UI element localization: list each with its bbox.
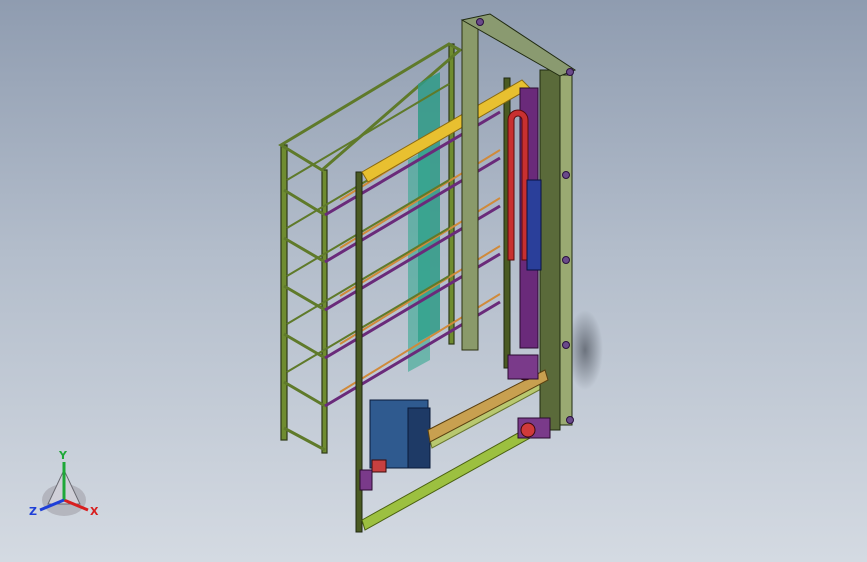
lower-bracket bbox=[359, 469, 373, 491]
back-rack-post-back bbox=[448, 43, 455, 345]
base-wheel bbox=[520, 422, 536, 438]
back-panels bbox=[408, 72, 440, 372]
transfer-box-face bbox=[407, 407, 431, 469]
coordinate-triad[interactable]: X Y Z bbox=[29, 449, 99, 518]
gearbox bbox=[507, 354, 539, 380]
lower-sensor bbox=[371, 459, 387, 473]
triad-y-label: Y bbox=[58, 449, 68, 462]
lift-column-side bbox=[559, 74, 573, 426]
triad-z-label: Z bbox=[29, 505, 37, 518]
cad-viewport[interactable]: X Y Z bbox=[0, 0, 867, 562]
back-rack-post-left bbox=[280, 144, 288, 441]
pulley-red bbox=[507, 109, 529, 261]
rack-shelves-left bbox=[283, 188, 326, 452]
assembly-model[interactable]: X Y Z bbox=[0, 0, 867, 562]
lift-column-rear bbox=[461, 19, 479, 351]
drive-motor bbox=[526, 179, 542, 271]
triad-x-label: X bbox=[90, 505, 99, 518]
